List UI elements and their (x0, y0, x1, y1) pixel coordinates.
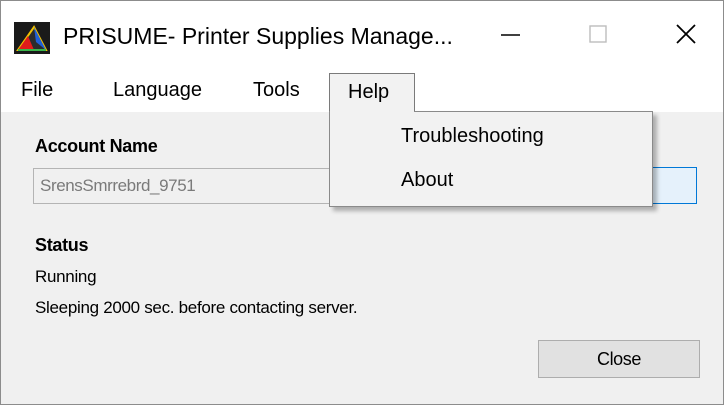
title-bar[interactable]: PRISUME- Printer Supplies Manage... (1, 1, 723, 67)
close-icon (676, 24, 696, 44)
menu-file[interactable]: File (21, 74, 53, 106)
close-button[interactable]: Close (538, 340, 700, 378)
account-name-field[interactable]: SrensSmrrebrd_9751 (33, 168, 333, 204)
menu-tools[interactable]: Tools (253, 74, 300, 106)
menu-item-about[interactable]: About (330, 158, 652, 202)
menu-language[interactable]: Language (113, 74, 202, 106)
menu-help[interactable]: Help (329, 73, 415, 111)
status-message: Sleeping 2000 sec. before contacting ser… (35, 298, 358, 317)
maximize-icon (589, 25, 607, 43)
menu-connector (330, 109, 414, 112)
minimize-icon (501, 34, 520, 36)
menu-item-troubleshooting[interactable]: Troubleshooting (330, 114, 652, 158)
window-close-button[interactable] (663, 15, 709, 55)
status-state: Running (35, 267, 97, 286)
menu-bar: File Language Tools Help (1, 67, 723, 112)
maximize-button[interactable] (575, 15, 621, 55)
app-logo-icon (14, 22, 50, 54)
minimize-button[interactable] (487, 15, 533, 55)
status-label: Status (35, 235, 89, 255)
app-window: PRISUME- Printer Supplies Manage... File… (0, 0, 724, 405)
account-name-label: Account Name (35, 136, 158, 156)
help-dropdown-menu: Troubleshooting About (329, 111, 653, 207)
window-title: PRISUME- Printer Supplies Manage... (63, 23, 453, 49)
